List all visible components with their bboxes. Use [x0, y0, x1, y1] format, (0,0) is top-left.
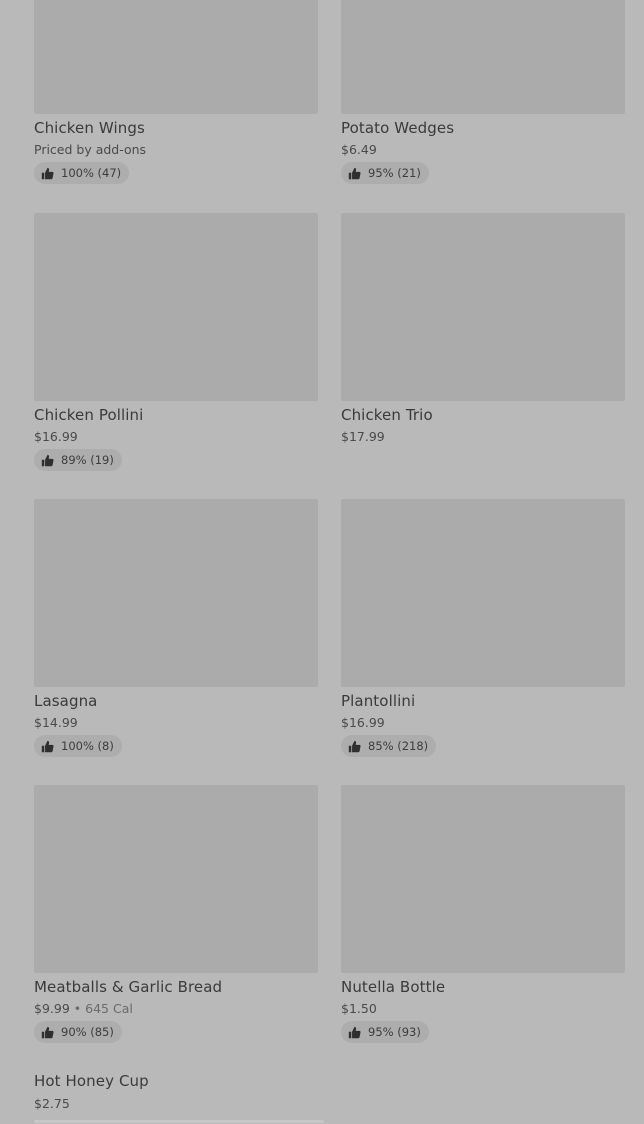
- menu-item-card[interactable]: Chicken Trio $17.99: [341, 213, 625, 445]
- menu-item-card[interactable]: Hot Honey Cup $2.75: [34, 1067, 434, 1112]
- menu-item-name: Hot Honey Cup: [34, 1072, 149, 1090]
- menu-item-price: $17.99: [341, 429, 385, 444]
- menu-item-image[interactable]: [341, 213, 625, 401]
- rating-text: 85% (218): [368, 739, 429, 753]
- menu-item-description-cropped: [34, 1118, 334, 1124]
- rating-badge: 100% (47): [34, 162, 130, 184]
- menu-item-card[interactable]: Chicken Wings Priced by add-ons 100% (47…: [34, 0, 318, 184]
- menu-item-card[interactable]: Nutella Bottle $1.50 95% (93): [341, 785, 625, 1043]
- menu-item-card[interactable]: Potato Wedges $6.49 95% (21): [341, 0, 625, 184]
- menu-item-name: Chicken Pollini: [34, 406, 144, 424]
- price-value: $9.99: [34, 1001, 70, 1016]
- menu-item-image[interactable]: [341, 785, 625, 973]
- menu-item-price: $16.99: [34, 429, 78, 444]
- menu-item-price: $6.49: [341, 142, 377, 157]
- menu-item-price: $14.99: [34, 715, 78, 730]
- rating-text: 100% (8): [61, 739, 114, 753]
- rating-text: 100% (47): [61, 166, 122, 180]
- menu-item-name: Meatballs & Garlic Bread: [34, 978, 223, 996]
- thumbs-up-icon: [348, 1026, 361, 1039]
- rating-text: 95% (93): [368, 1025, 421, 1039]
- menu-item-card[interactable]: Meatballs & Garlic Bread $9.99 • 645 Cal…: [34, 785, 318, 1043]
- menu-item-price: $1.50: [341, 1001, 377, 1016]
- menu-item-price: $16.99: [341, 715, 385, 730]
- rating-badge: 89% (19): [34, 449, 122, 471]
- menu-item-name: Plantollini: [341, 692, 416, 710]
- menu-item-image[interactable]: [34, 213, 318, 401]
- menu-item-card[interactable]: Plantollini $16.99 85% (218): [341, 499, 625, 757]
- calorie-count: 645 Cal: [85, 1001, 133, 1016]
- menu-item-name: Potato Wedges: [341, 119, 455, 137]
- menu-item-card[interactable]: Chicken Pollini $16.99 89% (19): [34, 213, 318, 471]
- menu-item-image[interactable]: [34, 785, 318, 973]
- rating-badge: 85% (218): [341, 735, 437, 757]
- menu-item-name: Chicken Trio: [341, 406, 433, 424]
- menu-item-price: $9.99 • 645 Cal: [34, 1001, 318, 1017]
- menu-item-name: Chicken Wings: [34, 119, 145, 137]
- rating-text: 95% (21): [368, 166, 421, 180]
- menu-item-image[interactable]: [34, 0, 318, 114]
- thumbs-up-icon: [348, 740, 361, 753]
- rating-badge: 90% (85): [34, 1021, 122, 1043]
- rating-badge: 100% (8): [34, 735, 122, 757]
- menu-item-price: $2.75: [34, 1096, 70, 1111]
- menu-item-price: Priced by add-ons: [34, 142, 147, 157]
- thumbs-up-icon: [348, 167, 361, 180]
- rating-badge: 95% (21): [341, 162, 429, 184]
- rating-text: 89% (19): [61, 453, 114, 467]
- rating-badge: 95% (93): [341, 1021, 429, 1043]
- menu-item-image[interactable]: [34, 499, 318, 687]
- thumbs-up-icon: [41, 454, 54, 467]
- menu-item-image[interactable]: [341, 499, 625, 687]
- menu-item-image[interactable]: [341, 0, 625, 114]
- thumbs-up-icon: [41, 740, 54, 753]
- thumbs-up-icon: [41, 1026, 54, 1039]
- price-separator: •: [73, 1001, 82, 1016]
- menu-grid: Chicken Wings Priced by add-ons 100% (47…: [0, 0, 644, 1124]
- menu-item-card[interactable]: Lasagna $14.99 100% (8): [34, 499, 318, 757]
- thumbs-up-icon: [41, 167, 54, 180]
- rating-text: 90% (85): [61, 1025, 114, 1039]
- menu-item-name: Nutella Bottle: [341, 978, 446, 996]
- menu-item-name: Lasagna: [34, 692, 98, 710]
